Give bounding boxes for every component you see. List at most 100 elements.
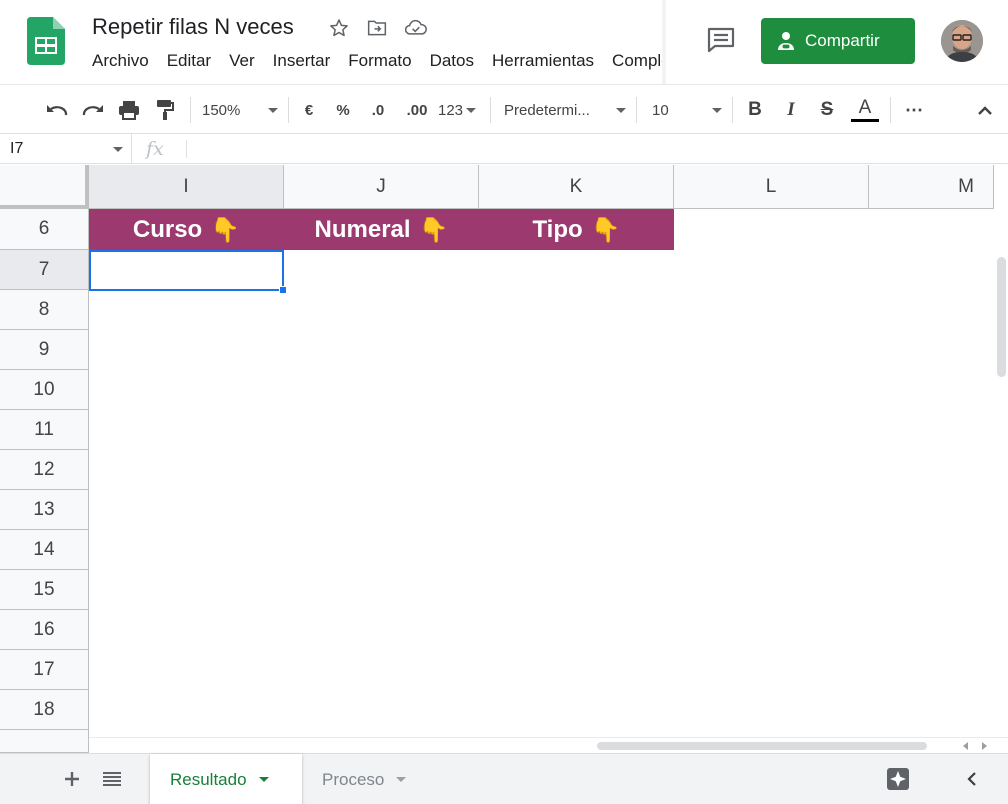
all-sheets-icon[interactable] bbox=[100, 766, 124, 792]
column-header-m[interactable]: M bbox=[869, 165, 994, 209]
scroll-right-arrow-icon[interactable] bbox=[982, 742, 988, 750]
fill-handle[interactable] bbox=[279, 286, 287, 294]
chevron-down-icon bbox=[268, 107, 278, 113]
bold-button[interactable]: B bbox=[744, 97, 766, 123]
chevron-up-icon[interactable] bbox=[972, 97, 998, 123]
row-header-10[interactable]: 10 bbox=[0, 370, 89, 410]
zoom-value: 150% bbox=[202, 101, 241, 119]
toolbar-separator bbox=[288, 97, 289, 123]
menu-insertar[interactable]: Insertar bbox=[273, 51, 331, 71]
chevron-down-icon bbox=[712, 107, 722, 113]
percent-format-button[interactable]: % bbox=[332, 97, 354, 123]
font-family-select[interactable]: Predetermi... bbox=[504, 97, 626, 123]
row-header-partial bbox=[0, 730, 89, 753]
row-header-6[interactable]: 6 bbox=[0, 209, 89, 250]
toolbar-separator bbox=[490, 97, 491, 123]
cloud-saved-icon[interactable] bbox=[404, 16, 428, 40]
redo-icon[interactable] bbox=[80, 97, 106, 123]
row-header-11[interactable]: 11 bbox=[0, 410, 89, 450]
toolbar-separator bbox=[636, 97, 637, 123]
zoom-select[interactable]: 150% bbox=[202, 97, 278, 123]
cell-k6-text: Tipo bbox=[532, 215, 583, 243]
fx-icon: fx bbox=[146, 138, 164, 160]
currency-format-button[interactable]: € bbox=[298, 97, 320, 123]
paint-format-icon[interactable] bbox=[152, 97, 178, 123]
row-header-7[interactable]: 7 bbox=[0, 250, 89, 290]
menu-editar[interactable]: Editar bbox=[167, 51, 211, 71]
row-header-16[interactable]: 16 bbox=[0, 610, 89, 650]
pointing-down-icon: 👇 bbox=[590, 215, 621, 244]
star-icon[interactable] bbox=[327, 16, 351, 40]
row-header-13[interactable]: 13 bbox=[0, 490, 89, 530]
chevron-left-icon[interactable] bbox=[960, 766, 984, 792]
chevron-down-icon[interactable] bbox=[258, 777, 269, 782]
move-to-folder-icon[interactable] bbox=[365, 16, 389, 40]
scroll-left-arrow-icon[interactable] bbox=[962, 742, 968, 750]
menu-herramientas[interactable]: Herramientas bbox=[492, 51, 594, 71]
selected-cell-i7[interactable] bbox=[89, 250, 284, 291]
text-color-label: A bbox=[858, 96, 872, 118]
row-header-17[interactable]: 17 bbox=[0, 650, 89, 690]
font-size-select[interactable]: 10 bbox=[652, 97, 722, 123]
text-color-button[interactable]: A bbox=[850, 97, 880, 123]
sheets-logo-icon[interactable] bbox=[27, 17, 65, 65]
formula-bar: I7 fx bbox=[0, 134, 1008, 164]
horizontal-scroll-thumb[interactable] bbox=[597, 742, 927, 750]
column-header-l[interactable]: L bbox=[674, 165, 869, 209]
document-title[interactable]: Repetir filas N veces bbox=[92, 14, 294, 40]
pointing-down-icon: 👇 bbox=[210, 215, 241, 244]
menu-archivo[interactable]: Archivo bbox=[92, 51, 149, 71]
share-button[interactable]: Compartir bbox=[761, 18, 915, 64]
sheet-tab-proceso[interactable]: Proceso bbox=[302, 754, 442, 804]
undo-icon[interactable] bbox=[44, 97, 70, 123]
comment-icon[interactable] bbox=[703, 24, 739, 56]
menu-complementos[interactable]: Complementos bbox=[612, 51, 662, 71]
increase-decimals-button[interactable]: .00 bbox=[400, 97, 434, 123]
strikethrough-button[interactable]: S bbox=[816, 97, 838, 123]
column-header-j[interactable]: J bbox=[284, 165, 479, 209]
more-options-icon[interactable]: ⋯ bbox=[900, 97, 928, 123]
column-header-i[interactable]: I bbox=[89, 165, 284, 209]
vertical-scroll-thumb[interactable] bbox=[997, 257, 1006, 377]
italic-button[interactable]: I bbox=[780, 97, 802, 123]
toolbar-separator bbox=[190, 97, 191, 123]
row-header-9[interactable]: 9 bbox=[0, 330, 89, 370]
share-person-icon bbox=[777, 30, 797, 52]
decrease-decimals-label: .0 bbox=[371, 101, 385, 119]
select-all-corner[interactable] bbox=[0, 165, 89, 209]
header-divider bbox=[662, 0, 666, 84]
cell-i6[interactable]: Curso 👇 bbox=[89, 209, 284, 250]
name-box[interactable]: I7 bbox=[0, 134, 132, 164]
cell-k6[interactable]: Tipo 👇 bbox=[479, 209, 674, 250]
more-formats-button[interactable]: 123 bbox=[436, 97, 478, 123]
row-header-12[interactable]: 12 bbox=[0, 450, 89, 490]
app-header: Repetir filas N veces Archivo Editar Ver In… bbox=[0, 0, 1008, 84]
print-icon[interactable] bbox=[116, 97, 142, 123]
add-sheet-icon[interactable] bbox=[60, 766, 84, 792]
sheet-tab-resultado[interactable]: Resultado bbox=[150, 754, 302, 804]
cell-j6[interactable]: Numeral 👇 bbox=[284, 209, 479, 250]
explore-icon[interactable] bbox=[884, 766, 912, 792]
row-header-14[interactable]: 14 bbox=[0, 530, 89, 570]
row-header-15[interactable]: 15 bbox=[0, 570, 89, 610]
menu-formato[interactable]: Formato bbox=[348, 51, 411, 71]
menu-ver[interactable]: Ver bbox=[229, 51, 255, 71]
chevron-down-icon[interactable] bbox=[396, 777, 407, 782]
vertical-scrollbar[interactable] bbox=[994, 209, 1008, 753]
column-header-k[interactable]: K bbox=[479, 165, 674, 209]
chevron-down-icon bbox=[113, 147, 123, 152]
cell-i6-text: Curso bbox=[132, 215, 203, 243]
formula-input[interactable] bbox=[196, 140, 986, 160]
increase-decimals-label: .00 bbox=[406, 101, 428, 119]
more-formats-label: 123 bbox=[437, 101, 464, 119]
decrease-decimals-button[interactable]: .0 bbox=[364, 97, 392, 123]
horizontal-scrollbar[interactable] bbox=[89, 737, 1008, 753]
sheet-tab-label: Resultado bbox=[170, 769, 247, 789]
menu-datos[interactable]: Datos bbox=[430, 51, 474, 71]
user-avatar[interactable] bbox=[941, 20, 983, 62]
row-header-18[interactable]: 18 bbox=[0, 690, 89, 730]
toolbar-separator bbox=[732, 97, 733, 123]
font-size-value: 10 bbox=[652, 101, 669, 119]
row-header-8[interactable]: 8 bbox=[0, 290, 89, 330]
spreadsheet-grid[interactable]: I J K L M 6 7 8 9 10 11 12 13 14 15 16 1… bbox=[0, 165, 1008, 753]
